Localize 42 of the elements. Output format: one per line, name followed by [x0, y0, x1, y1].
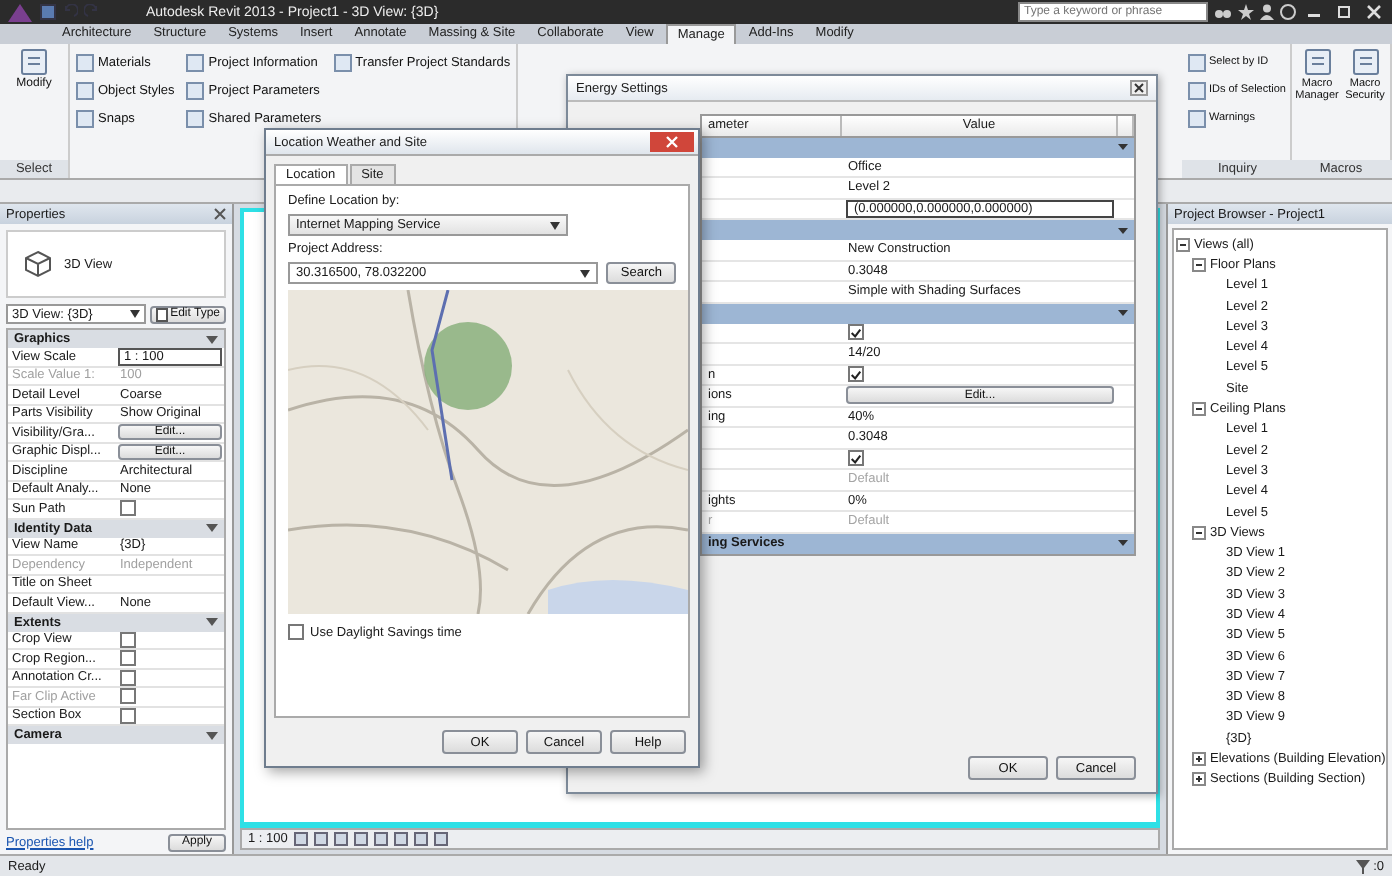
tool-icon: [1351, 48, 1379, 76]
maximize-icon[interactable]: [1332, 4, 1356, 20]
close-button[interactable]: [650, 132, 694, 152]
user-icon[interactable]: [1260, 4, 1274, 20]
collapse-icon[interactable]: [206, 729, 218, 741]
filter-icon[interactable]: [1355, 859, 1370, 873]
tool-icon: [333, 53, 352, 71]
expand-icon[interactable]: [1192, 752, 1206, 767]
checkbox[interactable]: [288, 624, 304, 640]
close-icon[interactable]: [214, 208, 226, 220]
check-icon: [850, 367, 862, 382]
collapse-icon[interactable]: [1118, 225, 1128, 235]
collapse-icon[interactable]: [206, 333, 218, 345]
binoculars-icon[interactable]: [1214, 4, 1232, 20]
checkbox[interactable]: [120, 500, 136, 517]
collapse-icon[interactable]: [1192, 402, 1206, 417]
caret-icon: [550, 221, 560, 229]
checkbox[interactable]: [848, 324, 864, 341]
collapse-icon[interactable]: [206, 522, 218, 534]
checkbox[interactable]: [848, 450, 864, 467]
check-icon: [850, 451, 862, 466]
collapse-icon[interactable]: [206, 616, 218, 628]
tool-icon: [20, 48, 48, 76]
collapse-icon[interactable]: [1192, 525, 1206, 540]
expand-icon[interactable]: [1192, 772, 1206, 787]
close-icon[interactable]: [1130, 80, 1148, 96]
collapse-icon[interactable]: [1118, 142, 1128, 152]
edit-icon: [156, 307, 169, 321]
save-icon[interactable]: [40, 4, 56, 20]
check-icon: [850, 325, 862, 340]
caret-icon: [580, 269, 591, 277]
collapse-icon[interactable]: [1192, 257, 1206, 272]
star-icon[interactable]: [1238, 4, 1254, 20]
checkbox[interactable]: [120, 650, 136, 667]
caret-icon: [130, 310, 141, 318]
collapse-icon[interactable]: [1118, 538, 1128, 548]
collapse-icon[interactable]: [1118, 308, 1128, 318]
checkbox[interactable]: [848, 366, 864, 383]
collapse-icon[interactable]: [1176, 237, 1190, 252]
close-icon: [666, 136, 678, 148]
tool-icon: [1303, 48, 1331, 76]
close-icon[interactable]: [1362, 4, 1386, 20]
